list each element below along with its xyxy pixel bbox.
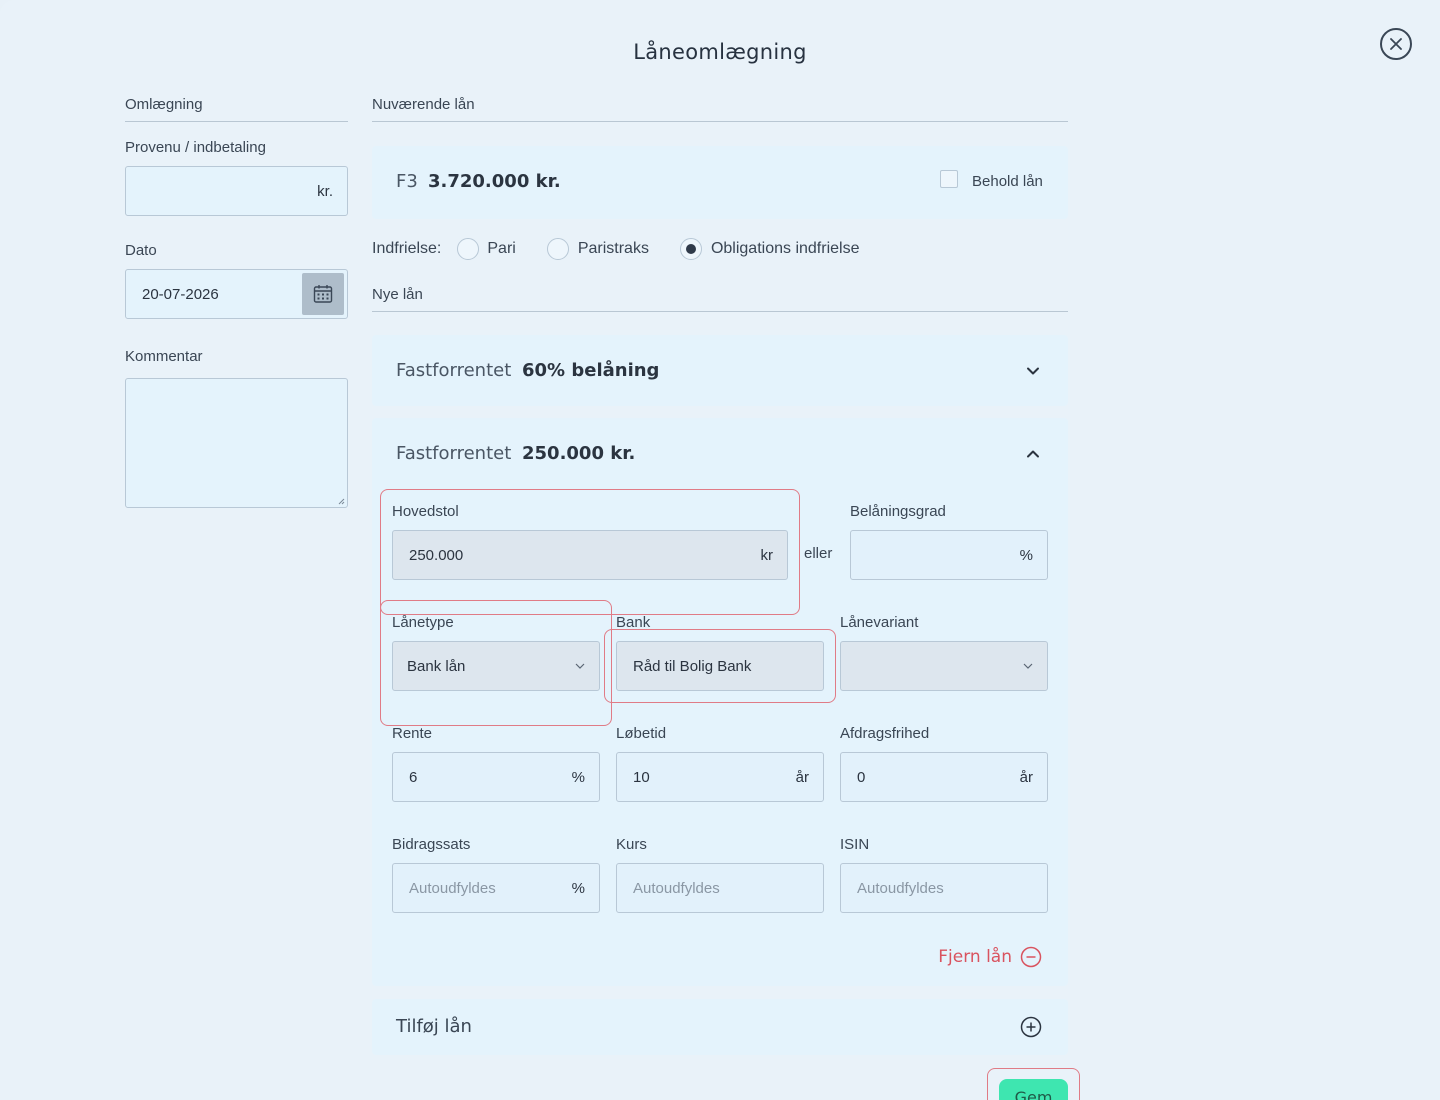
remove-loan-button[interactable]: Fjern lån <box>938 946 1042 968</box>
loebetid-value: 10 <box>633 768 650 786</box>
plus-circle-icon[interactable] <box>1020 1016 1042 1038</box>
provenu-input[interactable]: kr. <box>125 166 348 216</box>
chevron-down-icon[interactable] <box>1026 364 1040 378</box>
bidragssats-suffix: % <box>571 879 585 897</box>
chevron-down-icon <box>1023 663 1033 669</box>
redemption-row: Indfrielse: Pari Paristraks Obligations … <box>372 237 859 261</box>
bidragssats-placeholder: Autoudfyldes <box>409 879 496 897</box>
rente-label: Rente <box>392 725 433 742</box>
radio-paristraks[interactable] <box>546 238 569 260</box>
dato-label: Dato <box>125 242 157 259</box>
kommentar-label: Kommentar <box>125 348 203 365</box>
dato-input[interactable]: 20-07-2026 <box>125 269 348 319</box>
modal-title: Låneomlægning <box>633 40 807 64</box>
new-loan-1-value: 60% belåning <box>522 360 660 381</box>
laanevariant-label: Lånevariant <box>840 614 919 631</box>
bank-label: Bank <box>616 614 651 631</box>
remove-loan-label: Fjern lån <box>938 947 1012 967</box>
resize-handle-icon <box>338 498 345 505</box>
laanetype-value: Bank lån <box>407 657 466 675</box>
nye-laan-section-title: Nye lån <box>372 286 1068 312</box>
keep-loan-checkbox[interactable] <box>940 170 958 188</box>
belaaningsgrad-suffix: % <box>1019 546 1033 564</box>
new-loan-2-type: Fastforrentet <box>396 443 512 464</box>
laanetype-label: Lånetype <box>392 614 454 631</box>
rente-suffix: % <box>571 768 585 786</box>
calendar-icon <box>313 285 333 303</box>
kurs-placeholder: Autoudfyldes <box>633 879 720 897</box>
loebetid-label: Løbetid <box>616 725 667 742</box>
hovedstol-value: 250.000 <box>409 546 464 564</box>
isin-label: ISIN <box>840 836 870 853</box>
laanetype-select[interactable]: Bank lån <box>392 641 600 691</box>
bidragssats-input[interactable]: Autoudfyldes % <box>392 863 600 913</box>
add-loan-card[interactable]: Tilføj lån <box>372 999 1068 1055</box>
save-button[interactable]: Gem <box>999 1079 1068 1100</box>
new-loan-1-type: Fastforrentet <box>396 360 512 381</box>
dato-value: 20-07-2026 <box>142 285 219 303</box>
afdragsfrihed-value: 0 <box>857 768 866 786</box>
chevron-down-icon <box>575 663 585 669</box>
kommentar-textarea[interactable] <box>125 378 348 508</box>
hovedstol-input[interactable]: 250.000 kr <box>392 530 788 580</box>
radio-obligations-indfrielse[interactable] <box>679 238 702 260</box>
new-loan-1-card[interactable]: Fastforrentet 60% belåning <box>372 335 1068 406</box>
omlaegning-section-title: Omlægning <box>125 96 348 122</box>
kurs-input[interactable]: Autoudfyldes <box>616 863 824 913</box>
current-loan-card: F3 3.720.000 kr. Behold lån <box>372 146 1068 219</box>
chevron-up-icon[interactable] <box>1026 447 1040 461</box>
calendar-button[interactable] <box>302 273 344 315</box>
isin-input[interactable]: Autoudfyldes <box>840 863 1048 913</box>
provenu-suffix: kr. <box>317 182 333 200</box>
loebetid-suffix: år <box>795 768 809 786</box>
save-label: Gem <box>1014 1088 1053 1100</box>
isin-placeholder: Autoudfyldes <box>857 879 944 897</box>
afdragsfrihed-input[interactable]: 0 år <box>840 752 1048 802</box>
afdragsfrihed-suffix: år <box>1019 768 1033 786</box>
minus-circle-icon <box>1020 946 1042 968</box>
new-loan-2-card: Fastforrentet 250.000 kr. Hovedstol 250.… <box>372 418 1068 986</box>
radio-pari[interactable] <box>457 238 480 260</box>
eller-text: eller <box>804 545 833 562</box>
loan-restructure-modal: Låneomlægning Omlægning Provenu / indbet… <box>0 0 1440 1100</box>
current-loan-amount: 3.720.000 kr. <box>428 171 561 192</box>
hovedstol-label: Hovedstol <box>392 503 459 520</box>
radio-paristraks-label[interactable]: Paristraks <box>578 240 649 258</box>
bidragssats-label: Bidragssats <box>392 836 471 853</box>
add-loan-label: Tilføj lån <box>396 1016 472 1037</box>
rente-input[interactable]: 6 % <box>392 752 600 802</box>
provenu-label: Provenu / indbetaling <box>125 139 266 156</box>
close-button[interactable] <box>1380 28 1412 60</box>
bank-input[interactable]: Råd til Bolig Bank <box>616 641 824 691</box>
nuvaerende-laan-section-title: Nuværende lån <box>372 96 1068 122</box>
belaaningsgrad-label: Belåningsgrad <box>850 503 946 520</box>
kurs-label: Kurs <box>616 836 647 853</box>
current-loan-type: F3 <box>396 171 418 192</box>
hovedstol-suffix: kr <box>760 546 774 564</box>
radio-obligations-indfrielse-label[interactable]: Obligations indfrielse <box>711 240 860 258</box>
loebetid-input[interactable]: 10 år <box>616 752 824 802</box>
keep-loan-label[interactable]: Behold lån <box>972 173 1043 190</box>
new-loan-2-value: 250.000 kr. <box>522 443 636 464</box>
redemption-label: Indfrielse: <box>372 240 442 257</box>
rente-value: 6 <box>409 768 418 786</box>
laanevariant-select[interactable] <box>840 641 1048 691</box>
radio-pari-label[interactable]: Pari <box>487 240 515 258</box>
belaaningsgrad-input[interactable]: % <box>850 530 1048 580</box>
afdragsfrihed-label: Afdragsfrihed <box>840 725 930 742</box>
bank-value: Råd til Bolig Bank <box>633 657 752 675</box>
close-icon <box>1390 38 1402 50</box>
